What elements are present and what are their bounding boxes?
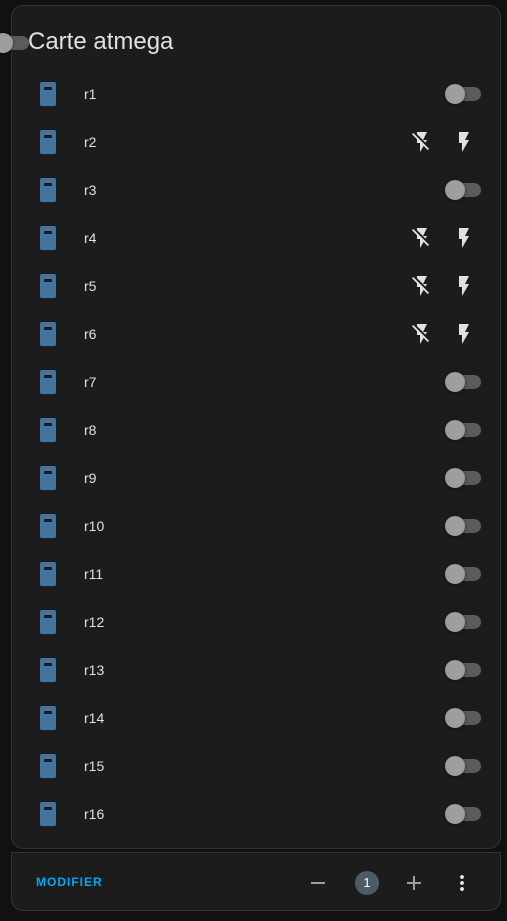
light-switch-icon [40, 658, 56, 682]
toggle-thumb [445, 516, 465, 536]
entity-label: r8 [84, 422, 97, 438]
light-switch-icon [40, 226, 56, 250]
toggle-thumb [445, 612, 465, 632]
card-header: Carte atmega [0, 6, 500, 78]
edit-button[interactable]: MODIFIER [36, 875, 103, 889]
flash-off-icon[interactable] [410, 226, 434, 250]
flash-icon[interactable] [452, 274, 476, 298]
entity-label: r5 [84, 278, 97, 294]
light-switch-icon [40, 562, 56, 586]
entity-row-r15[interactable]: r15 [12, 742, 500, 790]
entity-label: r2 [84, 134, 97, 150]
light-switch-icon [40, 754, 56, 778]
plus-icon[interactable] [402, 871, 426, 895]
light-switch-icon [40, 802, 56, 826]
flash-icon[interactable] [452, 130, 476, 154]
count-badge: 1 [355, 871, 379, 895]
toggle-thumb [445, 564, 465, 584]
entity-row-r2[interactable]: r2 [12, 118, 500, 166]
light-switch-icon [40, 130, 56, 154]
entity-toggle[interactable] [445, 756, 481, 776]
entity-label: r14 [84, 710, 105, 726]
entity-row-r1[interactable]: r1 [12, 70, 500, 118]
card-title: Carte atmega [28, 28, 174, 55]
toggle-thumb [445, 84, 465, 104]
minus-icon[interactable] [306, 871, 330, 895]
flash-icon[interactable] [452, 322, 476, 346]
toggle-thumb [445, 180, 465, 200]
light-switch-icon [40, 418, 56, 442]
entity-row-r7[interactable]: r7 [12, 358, 500, 406]
more-vert-icon[interactable] [450, 871, 474, 895]
entity-row-r10[interactable]: r10 [12, 502, 500, 550]
entity-label: r16 [84, 806, 105, 822]
flash-icon[interactable] [452, 226, 476, 250]
toggle-thumb [445, 468, 465, 488]
entity-label: r12 [84, 614, 105, 630]
entity-toggle[interactable] [445, 564, 481, 584]
entity-label: r1 [84, 86, 97, 102]
entity-row-r4[interactable]: r4 [12, 214, 500, 262]
toggle-thumb [445, 756, 465, 776]
light-switch-icon [40, 178, 56, 202]
entity-label: r9 [84, 470, 97, 486]
entities-card: Carte atmega r1 r2 r3 r4 r5 r6 r7 r8 r9 r10 r11 r12… [0, 5, 501, 849]
entity-toggle[interactable] [445, 468, 481, 488]
light-switch-icon [40, 82, 56, 106]
entity-toggle[interactable] [445, 804, 481, 824]
light-switch-icon [40, 322, 56, 346]
entity-row-r13[interactable]: r13 [12, 646, 500, 694]
toggle-thumb [445, 372, 465, 392]
entity-row-r14[interactable]: r14 [12, 694, 500, 742]
entity-row-r16[interactable]: r16 [12, 790, 500, 838]
entity-label: r3 [84, 182, 97, 198]
light-switch-icon [40, 610, 56, 634]
entity-toggle[interactable] [445, 612, 481, 632]
entity-toggle[interactable] [445, 84, 481, 104]
entity-label: r7 [84, 374, 97, 390]
header-toggle[interactable] [0, 33, 29, 53]
light-switch-icon [40, 706, 56, 730]
light-switch-icon [40, 274, 56, 298]
entity-row-r11[interactable]: r11 [12, 550, 500, 598]
entity-row-r3[interactable]: r3 [12, 166, 500, 214]
entity-row-r8[interactable]: r8 [12, 406, 500, 454]
toggle-thumb [445, 660, 465, 680]
entity-toggle[interactable] [445, 660, 481, 680]
entity-toggle[interactable] [445, 516, 481, 536]
toggle-thumb [445, 420, 465, 440]
entity-label: r13 [84, 662, 105, 678]
entity-label: r15 [84, 758, 105, 774]
entity-label: r6 [84, 326, 97, 342]
entity-toggle[interactable] [445, 372, 481, 392]
card-footer: MODIFIER 1 [11, 852, 501, 911]
entity-row-r5[interactable]: r5 [12, 262, 500, 310]
entity-label: r11 [84, 566, 104, 582]
toggle-thumb [445, 804, 465, 824]
light-switch-icon [40, 514, 56, 538]
light-switch-icon [40, 466, 56, 490]
entity-label: r4 [84, 230, 97, 246]
flash-off-icon[interactable] [410, 274, 434, 298]
entity-row-r6[interactable]: r6 [12, 310, 500, 358]
entity-row-r12[interactable]: r12 [12, 598, 500, 646]
entity-toggle[interactable] [445, 180, 481, 200]
light-switch-icon [40, 370, 56, 394]
flash-off-icon[interactable] [410, 130, 434, 154]
entity-row-r9[interactable]: r9 [12, 454, 500, 502]
flash-off-icon[interactable] [410, 322, 434, 346]
entity-toggle[interactable] [445, 708, 481, 728]
toggle-thumb [445, 708, 465, 728]
entity-toggle[interactable] [445, 420, 481, 440]
entity-list: r1 r2 r3 r4 r5 r6 r7 r8 r9 r10 r11 r12 r13 r14 r15 r16 [12, 70, 500, 838]
entity-label: r10 [84, 518, 105, 534]
